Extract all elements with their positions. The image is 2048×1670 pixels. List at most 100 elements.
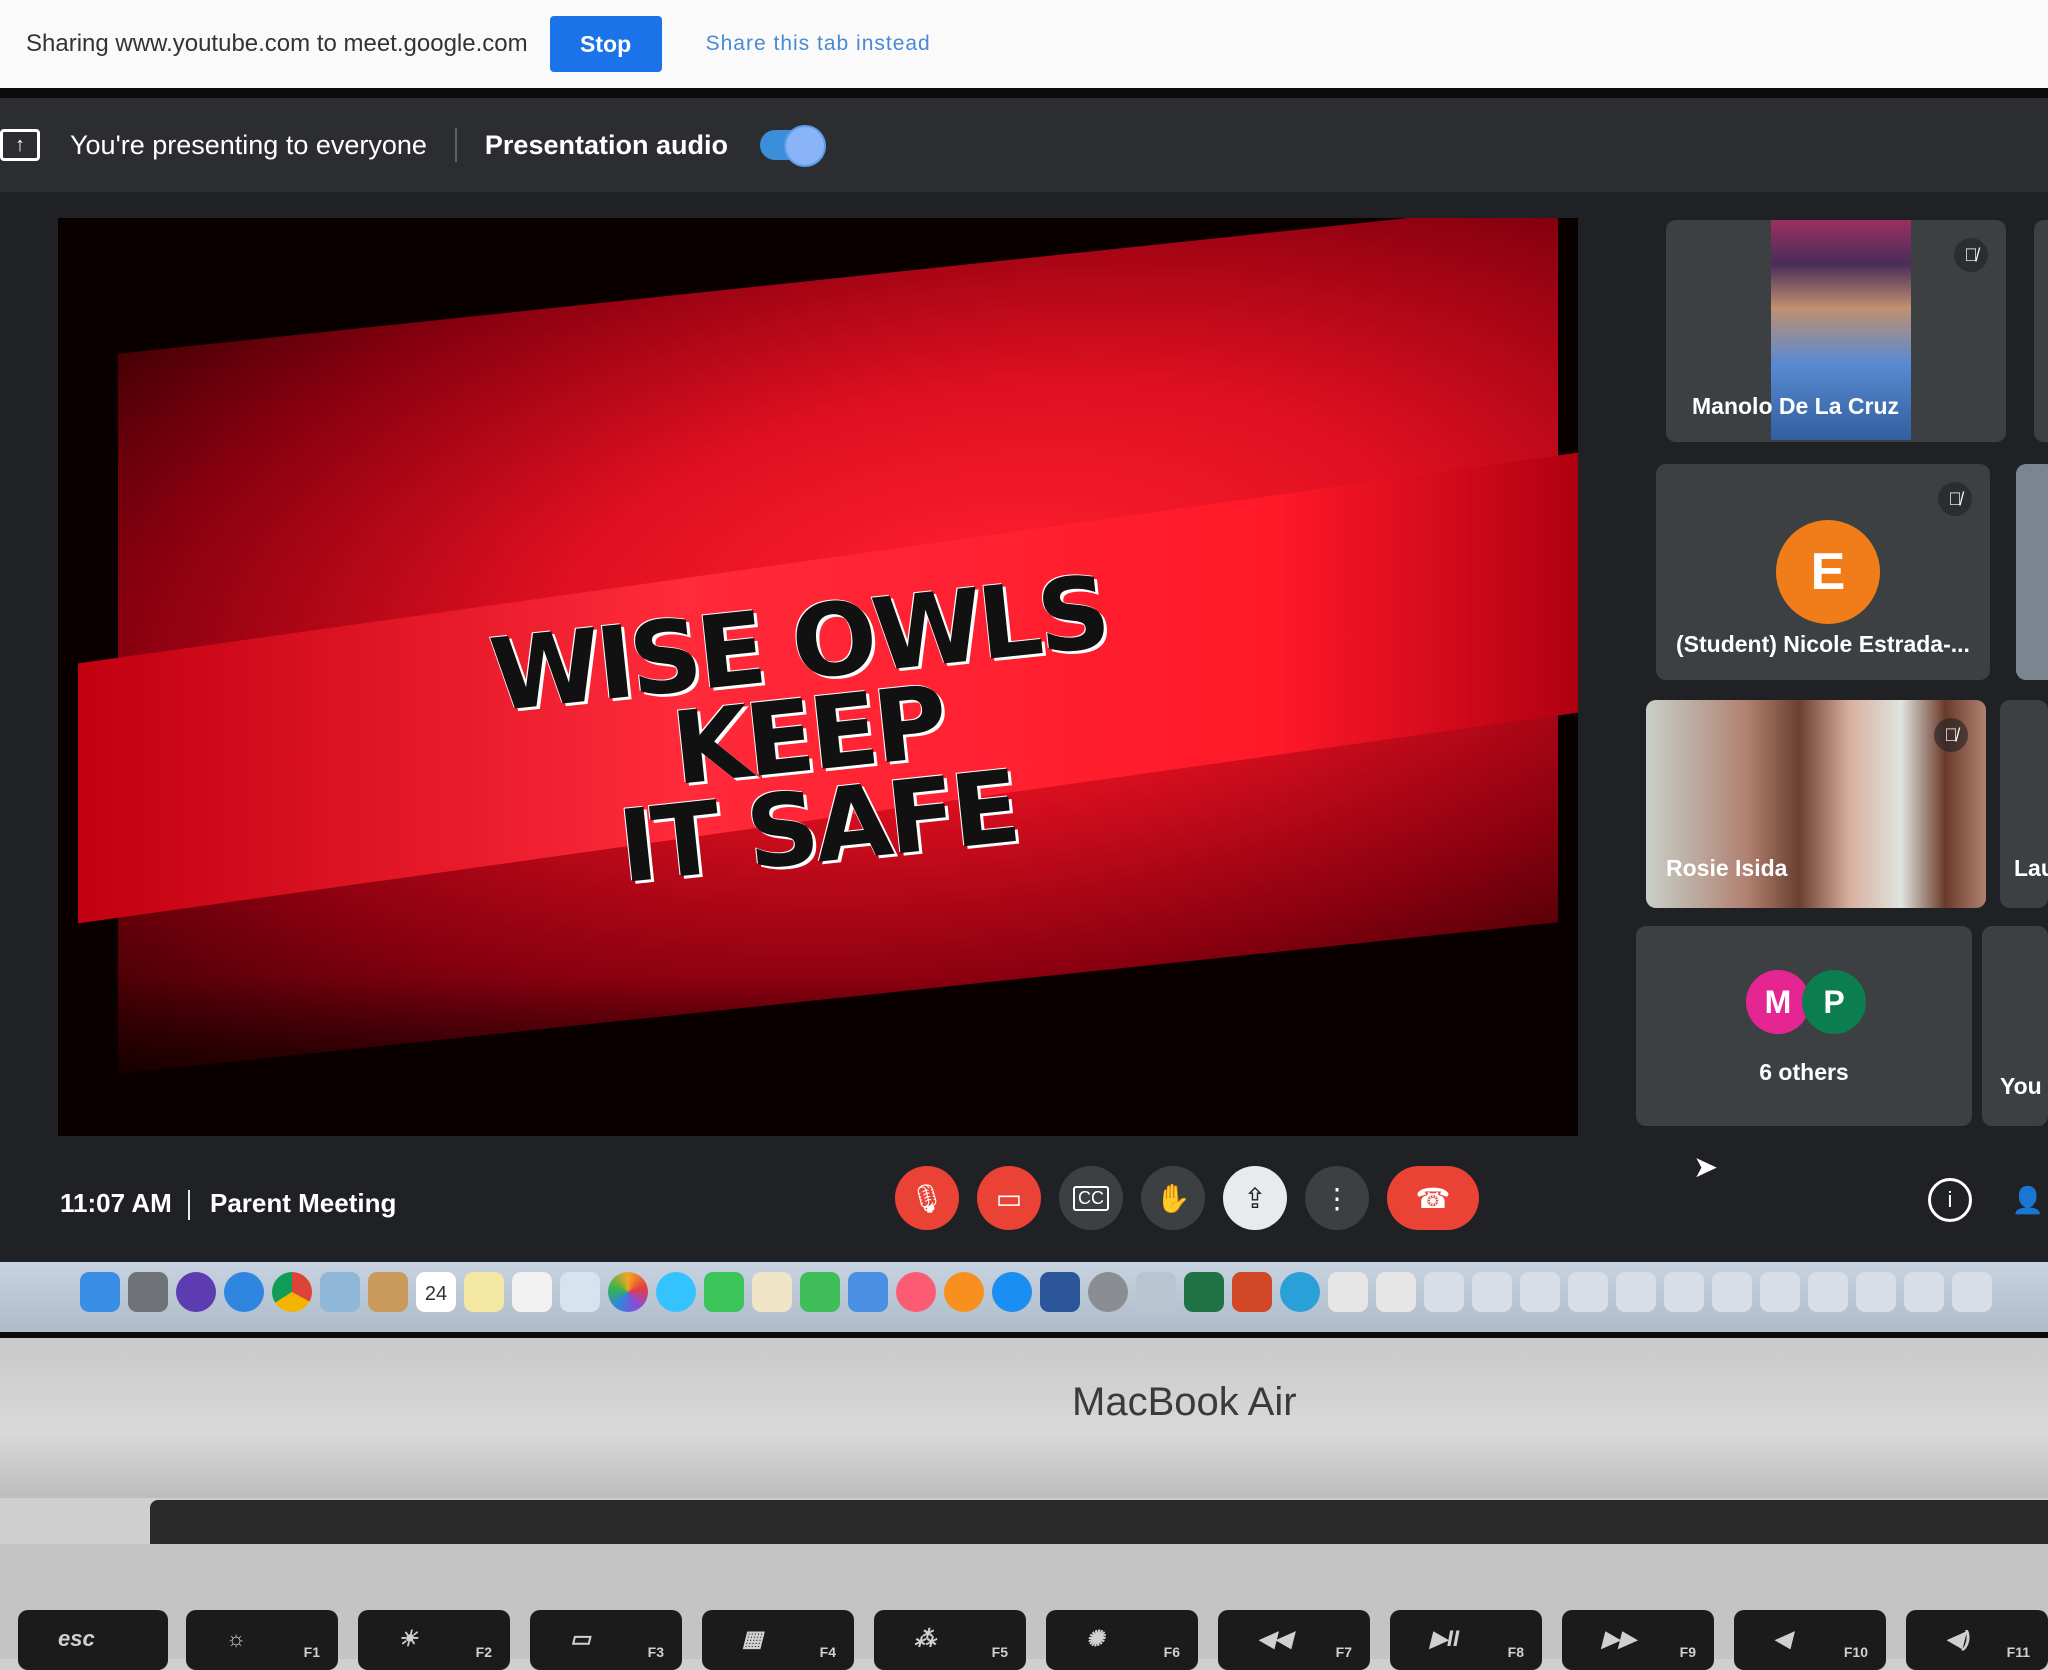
chrome-icon[interactable]: [272, 1272, 312, 1312]
document-icon[interactable]: [1904, 1272, 1944, 1312]
camera-off-icon: ▭: [995, 1182, 1023, 1214]
launchpad-icon[interactable]: [128, 1272, 168, 1312]
document-icon[interactable]: [1424, 1272, 1464, 1312]
key-f11: ◀) F11: [1906, 1610, 2048, 1670]
mic-off-icon: 🎙: [909, 1182, 945, 1214]
utility-icon[interactable]: [1136, 1272, 1176, 1312]
tab-sharing-bar: Sharing www.youtube.com to meet.google.c…: [0, 0, 2048, 90]
share-this-tab-button[interactable]: Share this tab instead: [706, 32, 931, 56]
key-f10: ◀ F10: [1734, 1610, 1886, 1670]
presentation-audio-label: Presentation audio: [484, 129, 728, 160]
participant-tile[interactable]: 🎙̸ E (Student) Nicole Estrada-...: [1656, 464, 1990, 680]
avatar: P: [1802, 970, 1866, 1034]
sharing-status-text: Sharing www.youtube.com to meet.google.c…: [26, 30, 528, 57]
participant-name: Manolo De La Cruz: [1692, 393, 1900, 419]
notes-icon[interactable]: [464, 1272, 504, 1312]
app-store-icon[interactable]: [992, 1272, 1032, 1312]
mic-muted-icon: 🎙̸: [1954, 238, 1988, 272]
people-button[interactable]: 👤: [2006, 1178, 2048, 1222]
powerpoint-icon[interactable]: [1232, 1272, 1272, 1312]
stop-sharing-button[interactable]: Stop: [549, 16, 662, 72]
keynote-icon[interactable]: [848, 1272, 888, 1312]
key-f9: ▶▶ F9: [1562, 1610, 1714, 1670]
system-preferences-icon[interactable]: [1088, 1272, 1128, 1312]
present-button[interactable]: ⇪: [1223, 1166, 1287, 1230]
globe-icon[interactable]: [1280, 1272, 1320, 1312]
itunes-icon[interactable]: [896, 1272, 936, 1312]
key-f2: ☀ F2: [358, 1610, 510, 1670]
info-icon: i: [1947, 1187, 1953, 1212]
app-icon[interactable]: [1376, 1272, 1416, 1312]
document-icon[interactable]: [1952, 1272, 1992, 1312]
laptop-hinge: [150, 1500, 2048, 1544]
photos-icon[interactable]: [608, 1272, 648, 1312]
siri-icon[interactable]: [176, 1272, 216, 1312]
key-f8: ▶II F8: [1390, 1610, 1542, 1670]
meeting-time: 11:07 AM: [60, 1188, 172, 1218]
safari-icon[interactable]: [224, 1272, 264, 1312]
captions-icon: CC: [1073, 1185, 1109, 1211]
meeting-title: Parent Meeting: [210, 1188, 397, 1218]
camera-toggle-button[interactable]: ▭: [977, 1166, 1041, 1230]
participant-tile-partial[interactable]: Lau: [2000, 700, 2048, 908]
self-label: You: [2000, 1073, 2042, 1099]
excel-icon[interactable]: [1184, 1272, 1224, 1312]
key-f7: ◀◀ F7: [1218, 1610, 1370, 1670]
presenting-status: You're presenting to everyone: [70, 129, 427, 160]
notes-folder-icon[interactable]: [368, 1272, 408, 1312]
word-icon[interactable]: [1040, 1272, 1080, 1312]
document-icon[interactable]: [1472, 1272, 1512, 1312]
document-icon[interactable]: [1712, 1272, 1752, 1312]
meeting-controls-bar: 11:07 AM Parent Meeting 🎙 ▭ CC ✋ ⇪ ⋮ ☎ i…: [0, 1140, 2048, 1260]
presenting-bar: ↑ You're presenting to everyone Presenta…: [0, 98, 2048, 192]
more-options-button[interactable]: ⋮: [1305, 1166, 1369, 1230]
leave-call-button[interactable]: ☎: [1387, 1166, 1479, 1230]
laptop-brand: MacBook Air: [1072, 1380, 1297, 1424]
document-icon[interactable]: [1760, 1272, 1800, 1312]
macos-dock: 24: [0, 1262, 2048, 1332]
presentation-video: WISE OWLS KEEP IT SAFE: [58, 218, 1578, 1136]
hand-icon: ✋: [1155, 1182, 1191, 1214]
self-tile[interactable]: You: [1982, 926, 2048, 1126]
key-esc: esc: [18, 1610, 168, 1670]
document-icon[interactable]: [1568, 1272, 1608, 1312]
laptop-chin: [0, 1338, 2048, 1498]
presentation-audio-toggle[interactable]: [759, 125, 826, 167]
app-icon[interactable]: [1328, 1272, 1368, 1312]
dark-shade: [58, 978, 1578, 1136]
mic-toggle-button[interactable]: 🎙: [895, 1166, 959, 1230]
books-icon[interactable]: [944, 1272, 984, 1312]
participant-tile-partial[interactable]: [2016, 464, 2048, 680]
document-icon[interactable]: [1808, 1272, 1848, 1312]
raise-hand-button[interactable]: ✋: [1141, 1166, 1205, 1230]
avatar: M: [1746, 970, 1810, 1034]
document-icon[interactable]: [1856, 1272, 1896, 1312]
finder-icon[interactable]: [80, 1272, 120, 1312]
textedit-icon[interactable]: [752, 1272, 792, 1312]
document-icon[interactable]: [1616, 1272, 1656, 1312]
participant-tile-partial[interactable]: [2034, 220, 2048, 442]
messages-icon[interactable]: [656, 1272, 696, 1312]
captions-button[interactable]: CC: [1059, 1166, 1123, 1230]
preview-icon[interactable]: [320, 1272, 360, 1312]
mic-muted-icon: 🎙̸: [1934, 718, 1968, 752]
divider: [188, 1190, 190, 1220]
document-icon[interactable]: [1664, 1272, 1704, 1312]
others-tile[interactable]: M P 6 others: [1636, 926, 1972, 1126]
key-f4: ▦ F4: [702, 1610, 854, 1670]
participant-tile[interactable]: 🎙̸ Rosie Isida: [1646, 700, 1986, 908]
calendar-icon[interactable]: 24: [416, 1272, 456, 1312]
people-icon: 👤: [2011, 1184, 2045, 1215]
participant-name: Rosie Isida: [1666, 855, 1788, 881]
key-f5: ⁂ F5: [874, 1610, 1026, 1670]
key-f3: ▭ F3: [530, 1610, 682, 1670]
numbers-icon[interactable]: [800, 1272, 840, 1312]
facetime-icon[interactable]: [704, 1272, 744, 1312]
reminders-icon[interactable]: [512, 1272, 552, 1312]
participant-tile[interactable]: 🎙̸ Manolo De La Cruz: [1666, 220, 2006, 442]
meeting-details-button[interactable]: i: [1928, 1178, 1972, 1222]
present-screen-icon: ↑: [0, 129, 40, 161]
document-icon[interactable]: [1520, 1272, 1560, 1312]
phone-hangup-icon: ☎: [1415, 1182, 1451, 1214]
photo-booth-icon[interactable]: [560, 1272, 600, 1312]
